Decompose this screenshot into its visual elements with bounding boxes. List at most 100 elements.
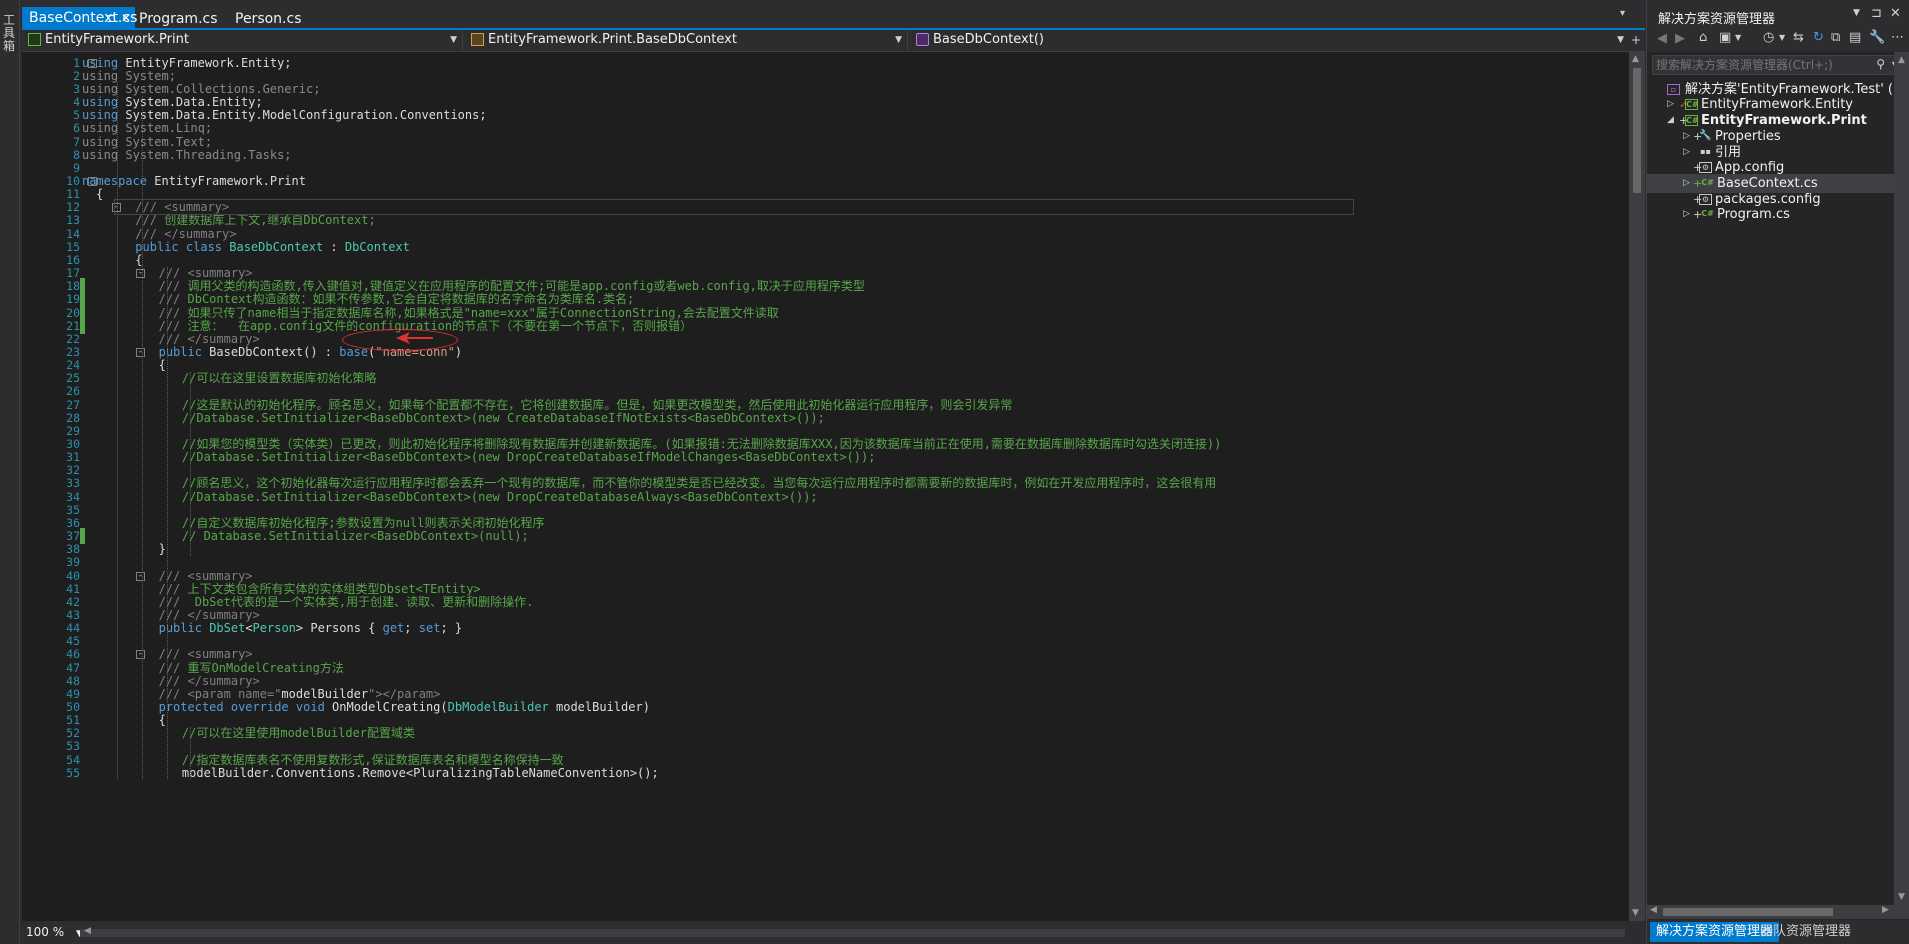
history-icon[interactable]: ◷ [1763, 30, 1774, 45]
code-line[interactable]: using System.Threading.Tasks; [82, 147, 292, 163]
solution-explorer-toolbar: ◀ ▶ ⌂ ▣ ▼ ◷ ▼ ⇆ ↻ ⧉ ▤ 🔧 ⋯ [1647, 28, 1909, 52]
code-area[interactable]: - using EntityFramework.Entity; using Syst… [22, 52, 1629, 921]
toolbox-label[interactable]: 工具箱 [3, 14, 16, 53]
more-icon[interactable]: ⋯ [1891, 30, 1904, 45]
code-token: EntityFramework.Print [147, 174, 306, 188]
csharp-file-icon: C# [1701, 178, 1714, 187]
config-file-icon: ⚙ [1699, 162, 1712, 173]
tree-item-label: Program.cs [1717, 207, 1790, 222]
code-line[interactable]: // Database.SetInitializer<BaseDbContext… [182, 528, 529, 544]
code-token: //Database.SetInitializer<BaseDbContext>… [181, 410, 825, 425]
indent-guide [142, 95, 143, 780]
code-token: BaseDbContext [229, 239, 324, 254]
code-line[interactable]: { [159, 357, 166, 373]
home-icon[interactable]: ⌂ [1699, 30, 1707, 45]
scrollbar-thumb[interactable] [1663, 908, 1833, 916]
sync-icon[interactable]: ⇆ [1793, 30, 1804, 45]
panel-menu-icon[interactable]: ▼ [1853, 8, 1860, 18]
chevron-down-icon[interactable]: ▼ [1779, 33, 1785, 42]
code-line[interactable]: } [159, 541, 166, 557]
tab-label: Person.cs [235, 11, 302, 27]
chevron-down-icon[interactable]: ▼ [1735, 33, 1741, 42]
solution-horizontal-scrollbar[interactable]: ◀ ▶ [1647, 905, 1894, 919]
code-line[interactable]: modelBuilder.Conventions.Remove<Pluraliz… [182, 765, 659, 781]
toolbox-strip[interactable]: 工具箱 [0, 0, 20, 944]
collapse-all-icon[interactable]: ⧉ [1831, 30, 1840, 45]
back-icon[interactable]: ◀ [1657, 31, 1667, 46]
code-line[interactable]: namespace EntityFramework.Print [82, 173, 306, 189]
tab-overflow-icon[interactable]: ▾ [1620, 8, 1625, 19]
scroll-up-icon[interactable]: ▲ [1898, 55, 1905, 65]
code-line[interactable]: protected override void OnModelCreating(… [159, 699, 650, 715]
switch-views-icon[interactable]: ▣ [1719, 30, 1731, 45]
show-all-files-icon[interactable]: ▤ [1849, 30, 1861, 45]
pin-icon[interactable]: ⊐ [1871, 6, 1882, 21]
code-token: modelBuilder.Conventions.Remove<Pluraliz… [181, 765, 659, 780]
split-editor-icon[interactable]: + [1631, 31, 1641, 49]
member-dropdown[interactable]: BaseDbContext() ▼ + [910, 31, 1645, 50]
fold-toggle-icon[interactable]: - [136, 650, 145, 660]
scroll-left-icon[interactable]: ◀ [84, 926, 91, 936]
class-icon [471, 33, 484, 46]
tab-team-explorer[interactable]: 团队资源管理器 [1754, 922, 1857, 942]
code-token: < [245, 621, 253, 636]
project-dropdown[interactable]: EntityFramework.Print ▼ [22, 31, 463, 50]
csharp-project-icon [28, 33, 41, 46]
code-line[interactable]: //可以在这里设置数据库初始化策略 [182, 370, 376, 386]
refresh-icon[interactable]: ↻ [1813, 30, 1824, 45]
solution-explorer-panel: 解决方案资源管理器 ▼ ⊐ ✕ ◀ ▶ ⌂ ▣ ▼ ◷ ▼ ⇆ ↻ ⧉ ▤ 🔧 … [1646, 0, 1909, 944]
scroll-left-icon[interactable]: ◀ [1650, 905, 1657, 915]
close-icon[interactable]: ✕ [1890, 6, 1901, 21]
zoom-dropdown[interactable]: 100 % ▼ [26, 924, 83, 941]
editor-horizontal-scrollbar[interactable]: ◀ [80, 926, 1625, 937]
tree-item-program[interactable]: ▷ + C# Program.cs [1647, 205, 1894, 224]
solution-search-input[interactable] [1656, 57, 1866, 73]
indent-guide [190, 726, 191, 780]
code-line[interactable]: public DbSet<Person> Persons { get; set;… [159, 620, 463, 636]
code-line[interactable]: //Database.SetInitializer<BaseDbContext>… [182, 449, 876, 465]
expand-arrow-icon[interactable]: ▷ [1683, 205, 1690, 224]
annotation-arrow-icon [396, 332, 433, 344]
tab-basecontext[interactable]: BaseContext.cs ⊐ ✕ [22, 7, 137, 30]
fold-toggle-icon[interactable]: - [136, 347, 145, 357]
pin-icon[interactable]: ⊐ [106, 7, 116, 29]
properties-icon[interactable]: 🔧 [1869, 30, 1885, 45]
csharp-project-icon: C# [1685, 115, 1699, 126]
forward-icon[interactable]: ▶ [1675, 31, 1685, 46]
fold-toggle-icon[interactable]: - [136, 269, 145, 279]
editor-vertical-scrollbar[interactable]: ▲ ▼ [1629, 52, 1645, 921]
scrollbar-thumb[interactable] [1633, 68, 1641, 193]
fold-toggle-icon[interactable]: - [136, 571, 145, 581]
current-line-highlight [114, 199, 1354, 216]
close-icon[interactable]: ✕ [121, 7, 131, 29]
chevron-down-icon: ▼ [895, 35, 902, 45]
code-token: //Database.SetInitializer<BaseDbContext>… [181, 450, 876, 465]
scroll-down-icon[interactable]: ▼ [1898, 892, 1905, 902]
code-line[interactable]: //Database.SetInitializer<BaseDbContext>… [182, 410, 825, 426]
code-token: ) [454, 344, 463, 359]
code-token: { [96, 187, 104, 202]
code-token: set [418, 621, 441, 636]
scroll-down-icon[interactable]: ▼ [1632, 908, 1639, 918]
code-token: public [158, 621, 202, 636]
code-line[interactable]: { [159, 712, 166, 728]
code-editor[interactable]: 1 2 3 4 5 6 7 8 9 10 11 12 13 14 15 16 17 18 19 20 21 22 23 24 2… [22, 52, 1645, 921]
code-token: OnModelCreating( [324, 700, 448, 714]
code-line[interactable]: { [96, 186, 103, 202]
code-token: } [158, 542, 166, 557]
scroll-right-icon[interactable]: ▶ [1882, 905, 1889, 915]
solution-vertical-scrollbar[interactable]: ▲ ▼ [1894, 52, 1909, 919]
indent-guide [117, 82, 118, 780]
code-token: ; [404, 621, 419, 636]
code-token: //Database.SetInitializer<BaseDbContext>… [181, 489, 818, 504]
indent-guide [167, 266, 168, 780]
code-line[interactable]: //Database.SetInitializer<BaseDbContext>… [182, 489, 818, 505]
scroll-up-icon[interactable]: ▲ [1632, 54, 1639, 64]
class-dropdown[interactable]: EntityFramework.Print.BaseDbContext ▼ [465, 31, 908, 50]
code-line[interactable]: public class BaseDbContext : DbContext [135, 239, 410, 255]
solution-search-box[interactable]: ⚲ ▼ [1652, 55, 1904, 75]
code-line[interactable]: //可以在这里使用modelBuilder配置域类 [182, 725, 415, 741]
search-icon[interactable]: ⚲ [1876, 57, 1885, 71]
